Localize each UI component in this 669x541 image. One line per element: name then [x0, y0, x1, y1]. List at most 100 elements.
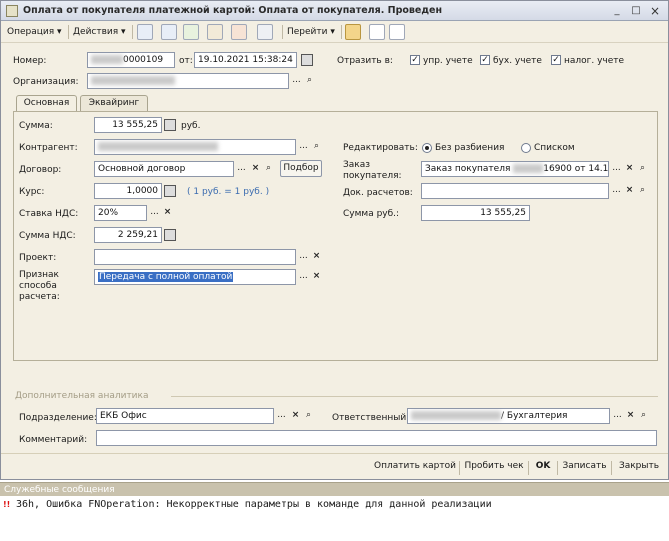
payment-method-field[interactable]: Передача с полной оплатой	[94, 269, 296, 285]
close-window-button[interactable]: ×	[647, 4, 663, 18]
order-clear-icon[interactable]: ×	[623, 162, 636, 176]
actions-menu[interactable]: Действия ▾	[73, 24, 126, 40]
error-message[interactable]: 36h, Ошибка FNOperation: Некорректные па…	[16, 499, 492, 510]
sum-rub-field: 13 555,25	[421, 205, 530, 221]
post-icon[interactable]	[161, 24, 177, 40]
dept-select-button[interactable]: ...	[275, 409, 288, 423]
payment-method-select-button[interactable]: ...	[297, 270, 310, 284]
edit-single-radio[interactable]	[422, 143, 432, 153]
dept-clear-icon[interactable]: ×	[289, 409, 302, 423]
title-bar: Оплата от покупателя платежной картой: О…	[1, 1, 668, 21]
date-field[interactable]: 19.10.2021 15:38:24	[194, 52, 297, 68]
counterparty-field[interactable]	[94, 139, 296, 155]
print-icon[interactable]	[257, 24, 273, 40]
tab-main[interactable]: Основная	[16, 95, 77, 112]
accounting-checkbox[interactable]: ✓	[480, 55, 490, 65]
calendar-icon[interactable]	[301, 54, 313, 66]
counterparty-select-button[interactable]: ...	[297, 140, 310, 154]
toolbar: Операция ▾ Действия ▾ Перейти ▾	[1, 21, 668, 43]
counterparty-search-icon[interactable]: ⌕	[310, 140, 323, 154]
organization-field[interactable]	[87, 73, 289, 89]
movements-icon[interactable]	[231, 24, 247, 40]
settlement-docs-field[interactable]	[421, 183, 609, 199]
tax-label: налог. учете	[564, 56, 625, 66]
date-label: от:	[179, 56, 193, 66]
structure-icon[interactable]	[207, 24, 223, 40]
vat-sum-calculator-icon[interactable]	[164, 229, 176, 241]
list-icon[interactable]	[369, 24, 385, 40]
minimize-button[interactable]: _	[609, 4, 625, 18]
save-button[interactable]: Записать	[559, 457, 610, 475]
contract-pick-button[interactable]: Подбор	[280, 160, 322, 177]
project-select-button[interactable]: ...	[297, 250, 310, 264]
sum-calculator-icon[interactable]	[164, 119, 176, 131]
comment-field[interactable]	[96, 430, 657, 446]
org-select-button[interactable]: ...	[290, 74, 303, 88]
dept-label: Подразделение:	[19, 413, 97, 423]
responsible-field[interactable]: / Бухгалтерия	[407, 408, 610, 424]
vat-sum-field[interactable]: 2 259,21	[94, 227, 162, 243]
sum-field[interactable]: 13 555,25	[94, 117, 162, 133]
print-check-button[interactable]: Пробить чек	[461, 457, 527, 475]
contract-field[interactable]: Основной договор	[94, 161, 234, 177]
contract-search-icon[interactable]: ⌕	[262, 162, 275, 176]
sum-currency: руб.	[181, 121, 201, 131]
vat-rate-clear-icon[interactable]: ×	[161, 206, 174, 220]
restore-button[interactable]: □	[628, 4, 644, 18]
vat-rate-select-button[interactable]: ...	[148, 206, 161, 220]
rate-label: Курс:	[19, 187, 45, 197]
edit-list-label: Списком	[534, 143, 575, 153]
order-search-icon[interactable]: ⌕	[636, 162, 649, 176]
contract-clear-icon[interactable]: ×	[249, 162, 262, 176]
customer-order-field[interactable]: Заказ покупателя 16900 от 14.1(	[421, 161, 609, 177]
counterparty-label: Контрагент:	[19, 143, 78, 153]
resp-search-icon[interactable]: ⌕	[637, 409, 650, 423]
org-label: Организация:	[13, 77, 79, 87]
resp-select-button[interactable]: ...	[611, 409, 624, 423]
messages-panel: !! 36h, Ошибка FNOperation: Некорректные…	[0, 496, 669, 541]
edit-list-radio[interactable]	[521, 143, 531, 153]
sign-label-line3: расчета:	[19, 292, 60, 302]
post-close-icon[interactable]	[137, 24, 153, 40]
edit-label: Редактировать:	[343, 143, 418, 153]
messages-title: Служебные сообщения	[4, 485, 115, 495]
tree-icon[interactable]	[389, 24, 405, 40]
department-field[interactable]: ЕКБ Офис	[96, 408, 274, 424]
edit-single-label: Без разбиения	[435, 143, 505, 153]
resp-clear-icon[interactable]: ×	[624, 409, 637, 423]
rate-field[interactable]: 1,0000	[94, 183, 162, 199]
vat-rate-label: Ставка НДС:	[19, 209, 79, 219]
ok-button[interactable]: OK	[530, 457, 556, 475]
contract-label: Договор:	[19, 165, 62, 175]
order-label-line2: покупателя:	[343, 171, 402, 181]
docs-clear-icon[interactable]: ×	[623, 184, 636, 198]
document-window: Оплата от покупателя платежной картой: О…	[0, 0, 669, 480]
rate-calculator-icon[interactable]	[164, 185, 176, 197]
tax-checkbox[interactable]: ✓	[551, 55, 561, 65]
rate-note: ( 1 руб. = 1 руб. )	[187, 187, 270, 197]
docs-select-button[interactable]: ...	[610, 184, 623, 198]
payment-method-clear-icon[interactable]: ×	[310, 270, 323, 284]
tab-acquiring[interactable]: Эквайринг	[80, 95, 148, 111]
operation-menu[interactable]: Операция ▾	[7, 24, 62, 40]
help-icon[interactable]	[345, 24, 361, 40]
project-field[interactable]	[94, 249, 296, 265]
sum-rub-label: Сумма руб.:	[343, 209, 400, 219]
pay-by-card-button[interactable]: Оплатить картой	[371, 457, 459, 475]
vat-rate-field[interactable]: 20%	[94, 205, 147, 221]
project-clear-icon[interactable]: ×	[310, 250, 323, 264]
number-field[interactable]: 0000109	[87, 52, 175, 68]
dept-search-icon[interactable]: ⌕	[302, 409, 315, 423]
goto-menu[interactable]: Перейти ▾	[287, 24, 335, 40]
order-select-button[interactable]: ...	[610, 162, 623, 176]
copy-icon[interactable]	[183, 24, 199, 40]
contract-select-button[interactable]: ...	[235, 162, 248, 176]
responsible-label: Ответственный:	[332, 413, 410, 423]
docs-label: Док. расчетов:	[343, 188, 413, 198]
org-search-icon[interactable]: ⌕	[303, 74, 316, 88]
sign-label-line2: способа	[19, 281, 57, 291]
mgmt-checkbox[interactable]: ✓	[410, 55, 420, 65]
close-button[interactable]: Закрыть	[613, 457, 665, 475]
reflect-label: Отразить в:	[337, 56, 393, 66]
docs-search-icon[interactable]: ⌕	[636, 184, 649, 198]
